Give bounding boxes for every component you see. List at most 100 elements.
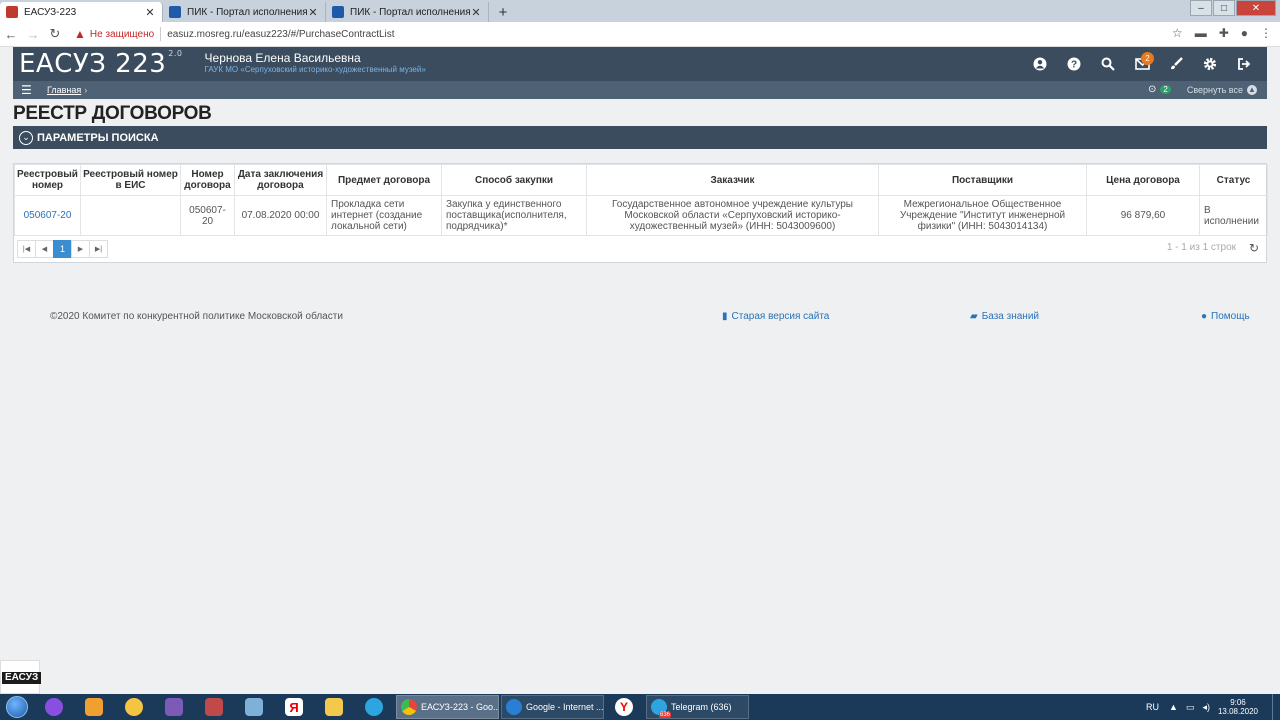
network-icon[interactable]: ▭ [1186, 702, 1195, 713]
collapse-all-link[interactable]: Свернуть все [1187, 85, 1243, 95]
folder-icon [325, 698, 343, 716]
next-page-button[interactable]: ▶ [71, 240, 90, 258]
maximize-button[interactable]: □ [1213, 0, 1235, 16]
column-header[interactable]: Цена договора [1086, 164, 1200, 196]
taskbar-window-chrome[interactable]: ЕАСУЗ-223 - Goo... [396, 695, 499, 719]
window-title: Google - Internet ... [526, 702, 604, 712]
floating-widget-label[interactable]: ЕАСУЗ [2, 672, 42, 684]
contracts-table: Реестровый номер Реестровый номер в ЕИС … [13, 163, 1268, 263]
column-header[interactable]: Поставщики [878, 164, 1087, 196]
taskbar-window-ie[interactable]: Google - Internet ... [501, 695, 604, 719]
brush-icon[interactable] [1159, 47, 1193, 81]
logout-icon[interactable] [1227, 47, 1261, 81]
old-version-link[interactable]: ▮ Старая версия сайта [722, 311, 829, 322]
close-tab-icon[interactable]: ✕ [144, 6, 156, 19]
gear-icon[interactable] [1193, 47, 1227, 81]
user-name: Чернова Елена Васильевна [204, 51, 361, 65]
footer-copyright: ©2020 Комитет по конкурентной политике М… [50, 311, 343, 322]
help-icon[interactable]: ? [1057, 47, 1091, 81]
minimize-button[interactable]: – [1190, 0, 1212, 16]
close-window-button[interactable]: ✕ [1236, 0, 1276, 16]
column-header[interactable]: Способ закупки [441, 164, 587, 196]
forward-button[interactable]: → [22, 27, 44, 42]
taskbar-pin-tool[interactable] [194, 694, 234, 720]
search-panel-label[interactable]: ПАРАМЕТРЫ ПОИСКА [37, 132, 159, 144]
browser-tab-2[interactable]: ПИК - Портал исполнения конт ✕ [163, 2, 326, 22]
extension-icon[interactable]: ▬ [1195, 26, 1207, 40]
search-parameters-panel[interactable]: ⌄ ПАРАМЕТРЫ ПОИСКА [13, 126, 1267, 149]
clock[interactable]: 9:06 13.08.2020 [1218, 698, 1258, 716]
logo-version: 2.0 [168, 49, 183, 58]
registry-number-link[interactable]: 050607-20 [24, 210, 72, 221]
language-indicator[interactable]: RU [1146, 702, 1159, 712]
column-header[interactable]: Дата заключения договора [234, 164, 327, 196]
clock-icon[interactable]: ⊙ [1148, 84, 1156, 95]
price-cell: 96 879,60 [1086, 195, 1200, 236]
browser-tab-1[interactable]: ЕАСУЗ-223 ✕ [0, 2, 163, 22]
security-label[interactable]: Не защищено [90, 29, 154, 40]
taskbar-pin-telegram[interactable] [354, 694, 394, 720]
puzzle-icon[interactable]: ✚ [1219, 26, 1229, 40]
column-header[interactable]: Номер договора [180, 164, 235, 196]
refresh-icon[interactable]: ↻ [1249, 241, 1259, 255]
search-icon[interactable] [1091, 47, 1125, 81]
mail-icon[interactable]: 2 [1125, 47, 1159, 81]
column-header[interactable]: Предмет договора [326, 164, 442, 196]
address-input[interactable]: easuz.mosreg.ru/easuz223/#/PurchaseContr… [167, 29, 394, 40]
breadcrumb-home[interactable]: Главная [47, 85, 81, 95]
page-1-button[interactable]: 1 [53, 240, 72, 258]
back-button[interactable]: ← [0, 27, 22, 42]
taskbar-pin-yandex[interactable]: Я [274, 694, 314, 720]
warning-icon[interactable]: ▲ [74, 27, 86, 41]
column-header[interactable]: Заказчик [586, 164, 879, 196]
table-header-row: Реестровый номер Реестровый номер в ЕИС … [14, 164, 1268, 196]
show-desktop-button[interactable] [1272, 694, 1280, 720]
collapse-circle-icon[interactable]: ▲ [1247, 84, 1257, 95]
column-header[interactable]: Реестровый номер в ЕИС [80, 164, 181, 196]
knowledge-base-link[interactable]: ▰ База знаний [970, 311, 1039, 322]
eis-number-cell [80, 195, 181, 236]
volume-icon[interactable]: ◂) [1202, 702, 1210, 713]
taskbar-pin-vs[interactable] [154, 694, 194, 720]
chevron-down-icon[interactable]: ⌄ [19, 130, 33, 145]
notifications-count[interactable]: 2 [1160, 85, 1171, 94]
customer-cell: Государственное автономное учреждение ку… [586, 195, 879, 236]
column-header[interactable]: Реестровый номер [14, 164, 81, 196]
start-button[interactable] [0, 694, 34, 720]
reload-button[interactable]: ↻ [44, 26, 66, 42]
close-tab-icon[interactable]: ✕ [307, 6, 319, 19]
taskbar-pin-app[interactable] [114, 694, 154, 720]
yandex-browser-icon: Y [615, 698, 633, 716]
yandex-icon: Я [285, 698, 303, 716]
knowledge-base-label: База знаний [981, 311, 1040, 322]
header-actions: ? 2 [1023, 47, 1261, 81]
taskbar-pin-notes[interactable] [234, 694, 274, 720]
taskbar-pin-media[interactable] [74, 694, 114, 720]
user-organization: ГАУК МО «Серпуховский историко-художеств… [204, 65, 426, 74]
logo-text: ЕАСУЗ 223 [19, 49, 167, 79]
taskbar-pin-alice[interactable] [34, 694, 74, 720]
subject-cell: Прокладка сети интернет (создание локаль… [326, 195, 442, 236]
taskbar-pin-explorer[interactable] [314, 694, 354, 720]
first-page-button[interactable]: |◀ [17, 240, 36, 258]
profile-icon[interactable]: ● [1241, 26, 1248, 40]
new-tab-button[interactable]: + [493, 2, 513, 22]
browser-toolbar: ← → ↻ ▲ Не защищено easuz.mosreg.ru/easu… [0, 22, 1280, 47]
browser-tab-3[interactable]: ПИК - Портал исполнения конт ✕ [326, 2, 489, 22]
bookmark-star-icon[interactable]: ☆ [1172, 26, 1183, 40]
prev-page-button[interactable]: ◀ [35, 240, 54, 258]
last-page-button[interactable]: ▶| [89, 240, 108, 258]
tab-favicon-icon [332, 6, 344, 18]
app-logo[interactable]: ЕАСУЗ 223 2.0 [19, 49, 183, 79]
column-header[interactable]: Статус [1199, 164, 1268, 196]
taskbar-pin-yandex-browser[interactable]: Y [604, 694, 644, 720]
help-link[interactable]: ● Помощь [1201, 311, 1250, 322]
tray-expand-icon[interactable]: ▲ [1169, 702, 1178, 712]
menu-icon[interactable]: ⋮ [1260, 26, 1272, 40]
close-tab-icon[interactable]: ✕ [470, 6, 482, 19]
taskbar-window-telegram[interactable]: Telegram (636) 636 [646, 695, 749, 719]
tab-title: ПИК - Портал исполнения конт [350, 6, 470, 18]
hamburger-menu-icon[interactable]: ☰ [21, 83, 37, 97]
table-row[interactable]: 050607-20 050607-20 07.08.2020 00:00 Про… [14, 195, 1268, 236]
user-icon[interactable] [1023, 47, 1057, 81]
